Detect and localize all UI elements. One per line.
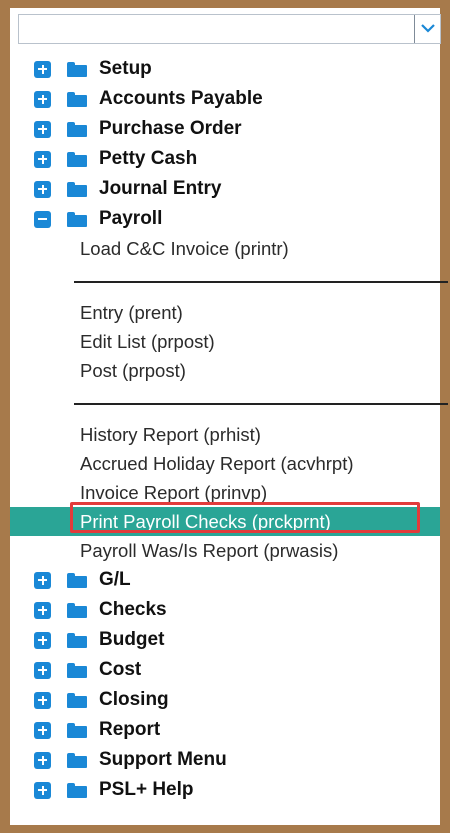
folder-label: Cost <box>99 659 142 680</box>
menu-item-payroll-was-is-report[interactable]: Payroll Was/Is Report (prwasis) <box>10 536 440 565</box>
expand-icon[interactable] <box>34 661 51 679</box>
menu-folder-checks[interactable]: Checks <box>10 595 440 625</box>
folder-icon <box>67 61 87 77</box>
menu-folder-journal-entry[interactable]: Journal Entry <box>10 174 440 204</box>
folder-icon <box>67 181 87 197</box>
expand-icon[interactable] <box>34 631 51 649</box>
folder-icon <box>67 752 87 768</box>
expand-icon[interactable] <box>34 781 51 799</box>
expand-icon[interactable] <box>34 60 51 78</box>
folder-icon <box>67 151 87 167</box>
folder-icon <box>67 211 87 227</box>
expand-icon[interactable] <box>34 180 51 198</box>
folder-icon <box>67 662 87 678</box>
menu-item-post[interactable]: Post (prpost) <box>10 356 440 385</box>
folder-label: PSL+ Help <box>99 779 194 800</box>
expand-icon[interactable] <box>34 691 51 709</box>
expand-icon[interactable] <box>34 721 51 739</box>
menu-folder-support-menu[interactable]: Support Menu <box>10 745 440 775</box>
folder-label: G/L <box>99 569 131 590</box>
folder-icon <box>67 632 87 648</box>
menu-item-edit-list[interactable]: Edit List (prpost) <box>10 327 440 356</box>
menu-item-history-report[interactable]: History Report (prhist) <box>10 420 440 449</box>
folder-label: Purchase Order <box>99 118 242 139</box>
folder-label: Report <box>99 719 161 740</box>
folder-icon <box>67 121 87 137</box>
menu-item-invoice-report[interactable]: Invoice Report (prinvp) <box>10 478 440 507</box>
folder-icon <box>67 91 87 107</box>
menu-dropdown[interactable] <box>18 14 441 44</box>
menu-folder-petty-cash[interactable]: Petty Cash <box>10 144 440 174</box>
expand-icon[interactable] <box>34 120 51 138</box>
chevron-down-icon <box>421 24 435 33</box>
menu-folder-purchase-order[interactable]: Purchase Order <box>10 114 440 144</box>
menu-folder-closing[interactable]: Closing <box>10 685 440 715</box>
menu-item-accrued-holiday-report[interactable]: Accrued Holiday Report (acvhrpt) <box>10 449 440 478</box>
expand-icon[interactable] <box>34 150 51 168</box>
menu-folder-accounts-payable[interactable]: Accounts Payable <box>10 84 440 114</box>
expand-icon[interactable] <box>34 601 51 619</box>
menu-tree: Setup Accounts Payable Purchase Order Pe… <box>10 54 448 805</box>
folder-label: Checks <box>99 599 167 620</box>
folder-icon <box>67 602 87 618</box>
folder-icon <box>67 572 87 588</box>
folder-icon <box>67 692 87 708</box>
folder-label: Setup <box>99 58 152 79</box>
expand-icon[interactable] <box>34 571 51 589</box>
folder-icon <box>67 722 87 738</box>
menu-folder-report[interactable]: Report <box>10 715 440 745</box>
menu-folder-gl[interactable]: G/L <box>10 565 440 595</box>
menu-item-load-cc-invoice[interactable]: Load C&C Invoice (printr) <box>10 234 440 263</box>
folder-label: Closing <box>99 689 169 710</box>
menu-separator <box>10 385 448 420</box>
folder-label: Journal Entry <box>99 178 222 199</box>
menu-separator <box>10 263 448 298</box>
folder-label: Payroll <box>99 208 163 229</box>
folder-label: Accounts Payable <box>99 88 263 109</box>
menu-folder-budget[interactable]: Budget <box>10 625 440 655</box>
folder-label: Support Menu <box>99 749 227 770</box>
menu-folder-payroll[interactable]: Payroll <box>10 204 440 234</box>
menu-panel: Setup Accounts Payable Purchase Order Pe… <box>10 8 448 825</box>
folder-icon <box>67 782 87 798</box>
folder-label: Budget <box>99 629 165 650</box>
dropdown-toggle-button[interactable] <box>414 15 440 43</box>
collapse-icon[interactable] <box>34 210 51 228</box>
expand-icon[interactable] <box>34 90 51 108</box>
menu-item-print-payroll-checks[interactable]: Print Payroll Checks (prckprnt) <box>10 507 440 536</box>
expand-icon[interactable] <box>34 751 51 769</box>
menu-folder-setup[interactable]: Setup <box>10 54 440 84</box>
folder-label: Petty Cash <box>99 148 198 169</box>
menu-item-entry[interactable]: Entry (prent) <box>10 298 440 327</box>
menu-folder-psl-help[interactable]: PSL+ Help <box>10 775 440 805</box>
menu-folder-cost[interactable]: Cost <box>10 655 440 685</box>
